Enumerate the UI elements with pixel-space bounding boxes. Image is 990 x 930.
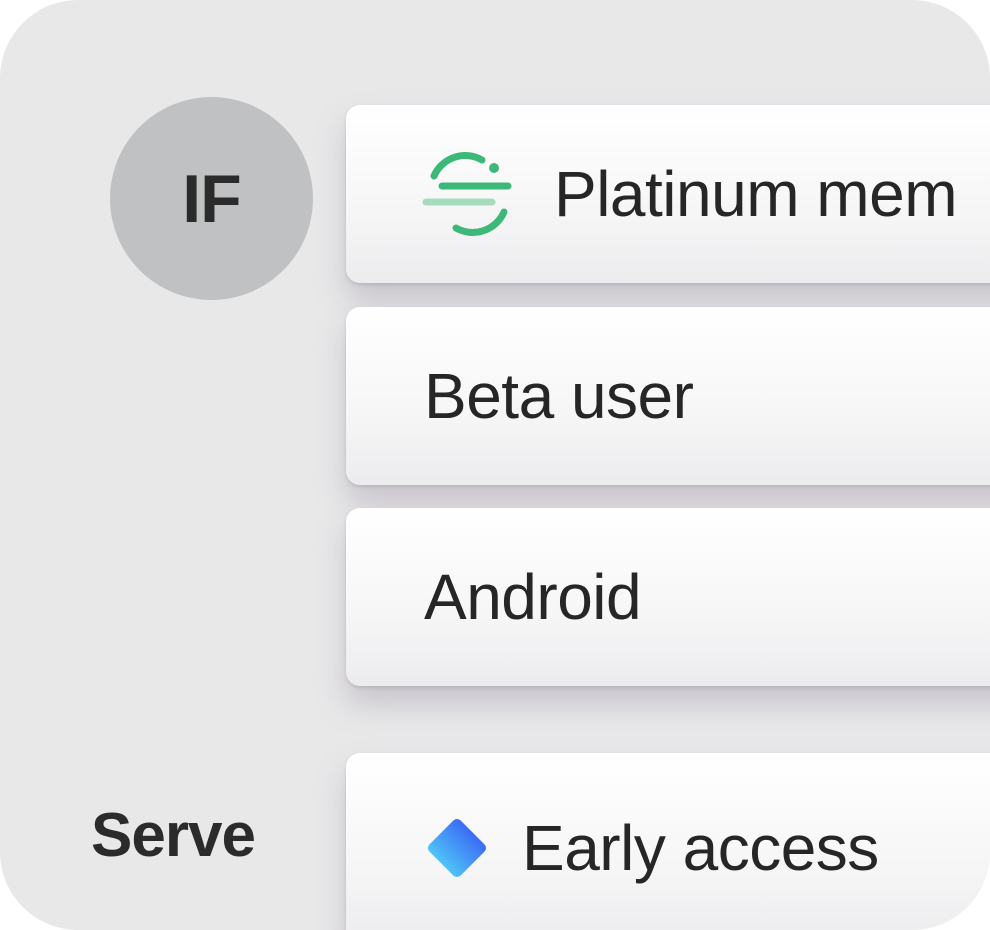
segment-card-beta[interactable]: Beta user (346, 307, 990, 485)
segment-label: Platinum mem (554, 158, 958, 230)
segment-label: Beta user (424, 360, 694, 432)
segment-card-android[interactable]: Android (346, 508, 990, 686)
variation-card[interactable]: Early access (346, 753, 990, 930)
diamond-icon (418, 809, 496, 887)
targeting-panel: IF Platinum mem Beta user Android Serve (0, 0, 990, 930)
avatar: IF (110, 97, 313, 300)
segment-icon (420, 146, 516, 242)
serve-label: Serve (91, 801, 256, 870)
segment-label: Android (424, 561, 642, 633)
segment-card-platinum[interactable]: Platinum mem (346, 105, 990, 283)
variation-label: Early access (522, 812, 879, 884)
avatar-initials: IF (182, 160, 241, 237)
